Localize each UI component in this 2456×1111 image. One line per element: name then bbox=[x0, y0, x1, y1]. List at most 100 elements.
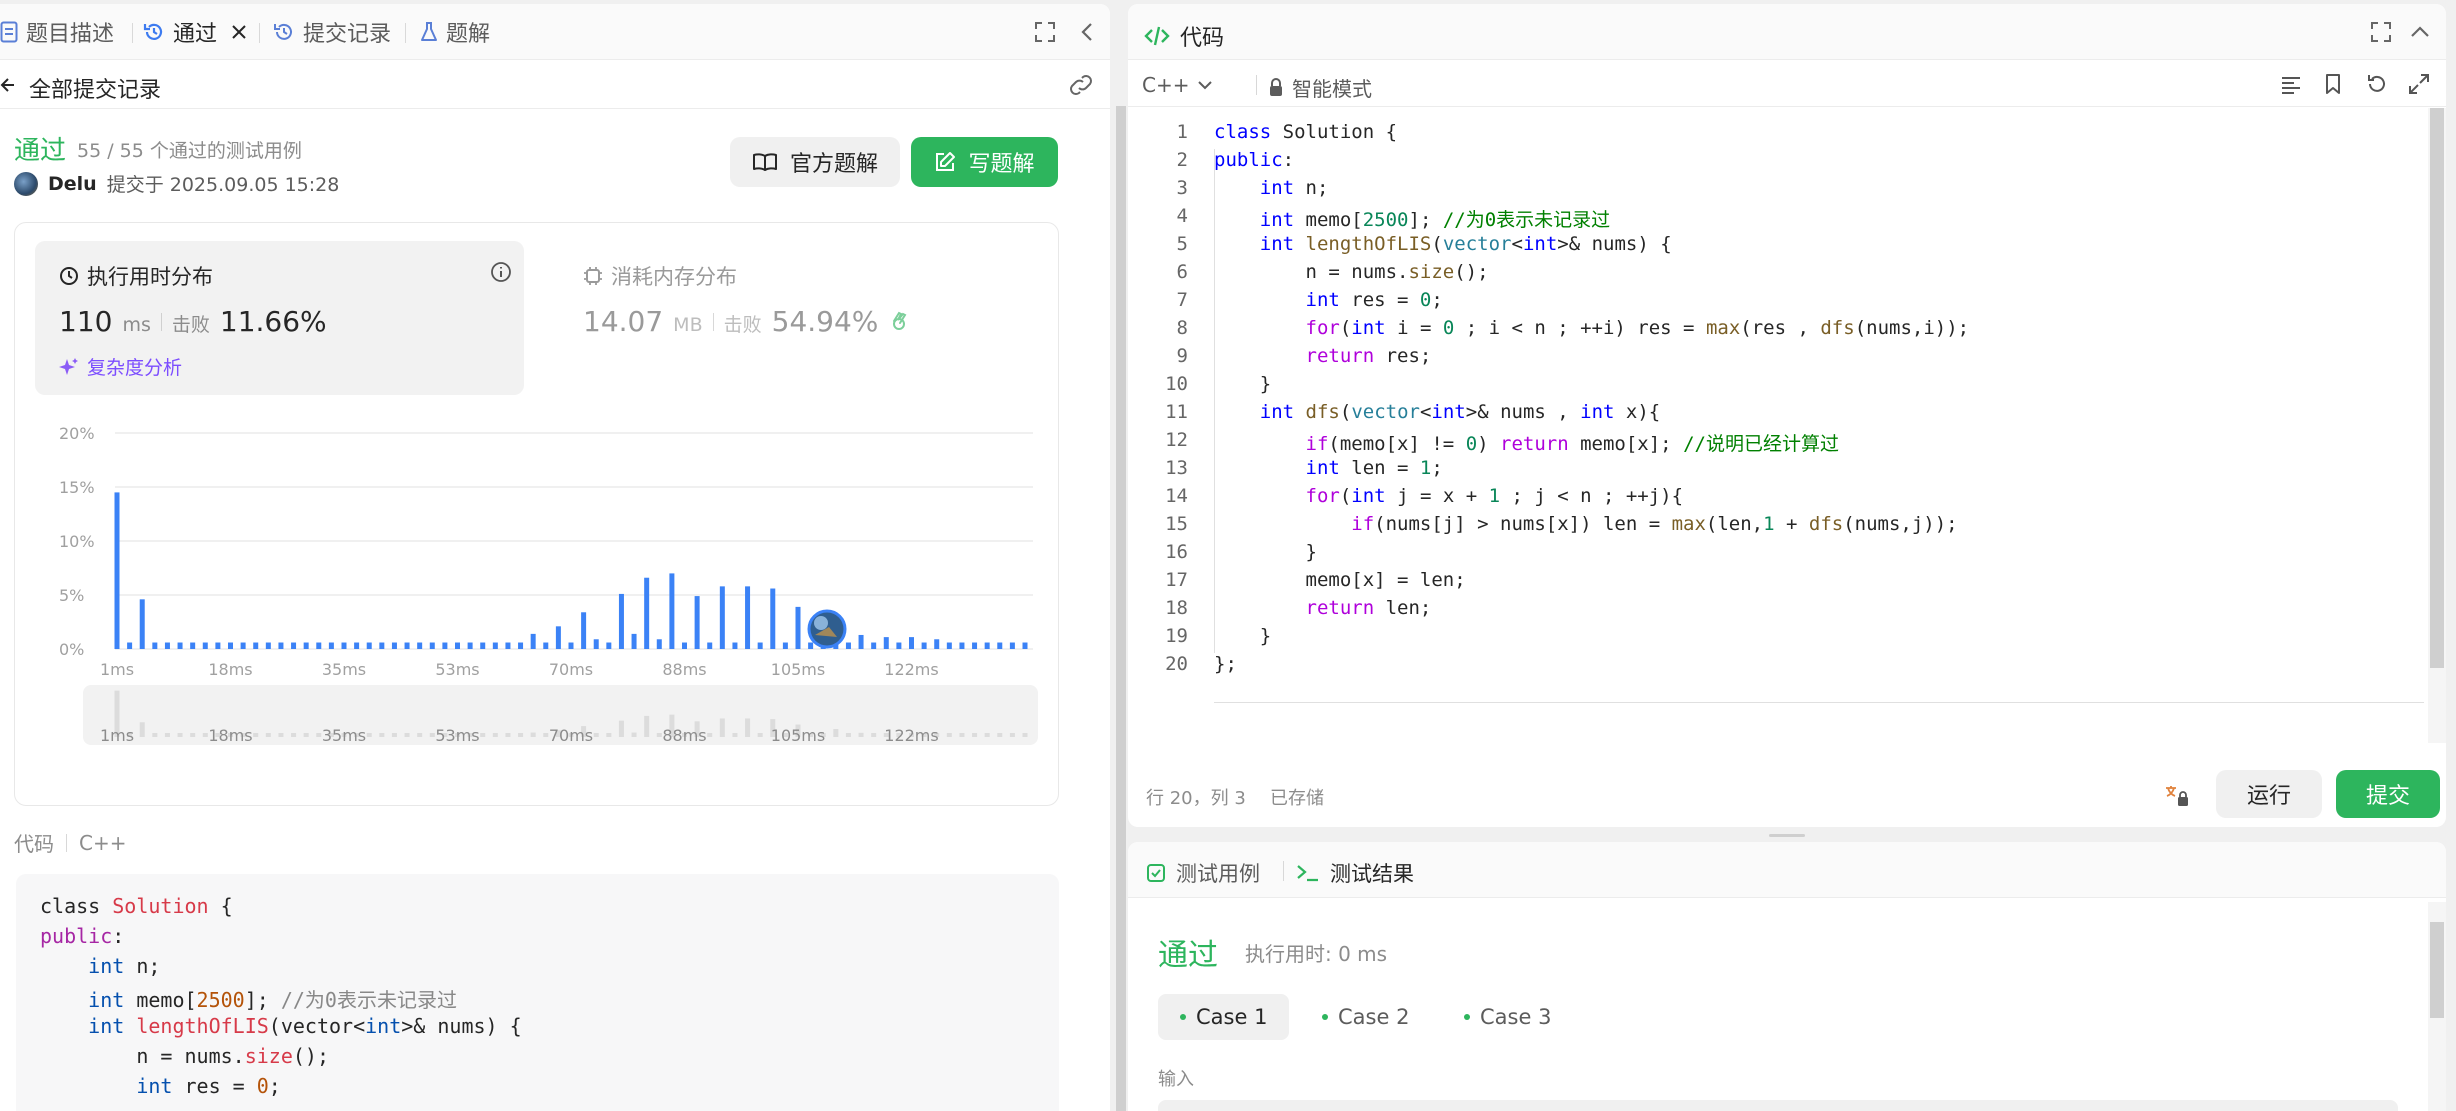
chart-bar[interactable] bbox=[543, 642, 549, 649]
format-icon[interactable] bbox=[2280, 75, 2302, 95]
case-tab-2[interactable]: Case 2 bbox=[1300, 994, 1431, 1040]
chart-bar[interactable] bbox=[883, 637, 889, 649]
chart-bar[interactable] bbox=[240, 642, 246, 649]
tab-description[interactable]: 题目描述 bbox=[0, 4, 114, 60]
editor-line[interactable]: 7 int res = 0; bbox=[1128, 289, 2428, 317]
language-select[interactable]: C++ bbox=[1142, 73, 1213, 97]
chart-bar[interactable] bbox=[669, 573, 675, 649]
code-editor[interactable]: 1 class Solution {2 public: 3 int n; 4 int m… bbox=[1128, 121, 2428, 701]
chart-bar[interactable] bbox=[455, 642, 460, 649]
chart-bar[interactable] bbox=[505, 642, 511, 649]
all-submissions-link[interactable]: 全部提交记录 bbox=[29, 72, 161, 104]
editor-line[interactable]: 16 } bbox=[1128, 541, 2428, 569]
chart-bar[interactable] bbox=[366, 642, 372, 649]
editor-line[interactable]: 6 n = nums.size(); bbox=[1128, 261, 2428, 289]
tab-accepted[interactable]: 通过 bbox=[143, 4, 247, 60]
chart-bar[interactable] bbox=[858, 634, 864, 649]
chart-bar[interactable] bbox=[1022, 642, 1028, 649]
chart-bar[interactable] bbox=[644, 577, 650, 649]
chevron-up-icon[interactable] bbox=[2410, 24, 2430, 38]
editor-line[interactable]: 11 int dfs(vector<int>& nums , int x){ bbox=[1128, 401, 2428, 429]
chart-bar[interactable] bbox=[190, 642, 196, 649]
chart-bar[interactable] bbox=[328, 642, 334, 649]
chart-bar[interactable] bbox=[139, 599, 145, 649]
chart-bar[interactable] bbox=[795, 606, 801, 649]
case-tab-1[interactable]: Case 1 bbox=[1158, 994, 1290, 1040]
chart-bar[interactable] bbox=[1009, 642, 1015, 649]
chart-bar[interactable] bbox=[480, 642, 486, 649]
case-tab-3[interactable]: Case 3 bbox=[1442, 994, 1573, 1040]
tab-testcases[interactable]: 测试用例 bbox=[1146, 858, 1260, 888]
chart-bar[interactable] bbox=[291, 642, 297, 649]
editor-line[interactable]: 3 int n; bbox=[1128, 177, 2428, 205]
chart-bar[interactable] bbox=[719, 586, 725, 649]
complexity-analysis-link[interactable]: 复杂度分析 bbox=[59, 353, 182, 380]
editor-scrollbar-thumb[interactable] bbox=[2430, 108, 2444, 668]
write-solution-button[interactable]: 写题解 bbox=[911, 137, 1058, 187]
chart-bar[interactable] bbox=[215, 642, 221, 649]
chart-bar[interactable] bbox=[164, 642, 170, 649]
editor-line[interactable]: 17 memo[x] = len; bbox=[1128, 569, 2428, 597]
editor-line[interactable]: 1 class Solution { bbox=[1128, 121, 2428, 149]
submit-button[interactable]: 提交 bbox=[2336, 770, 2440, 818]
chart-bar[interactable] bbox=[518, 642, 524, 649]
chart-bar[interactable] bbox=[984, 642, 990, 649]
chart-bar[interactable] bbox=[467, 642, 473, 649]
editor-line[interactable]: 8 for(int i = 0 ; i < n ; ++i) res = max… bbox=[1128, 317, 2428, 345]
smart-mode-toggle[interactable]: 智能模式 bbox=[1268, 73, 1372, 102]
editor-line[interactable]: 13 int len = 1; bbox=[1128, 457, 2428, 485]
chart-bar[interactable] bbox=[732, 642, 738, 649]
chart-bar[interactable] bbox=[555, 626, 561, 649]
fullscreen-icon[interactable] bbox=[2370, 21, 2392, 43]
editor-line[interactable]: 19 } bbox=[1128, 625, 2428, 653]
chart-bar[interactable] bbox=[618, 593, 624, 649]
back-arrow-icon[interactable] bbox=[0, 75, 16, 95]
input-box[interactable] bbox=[1158, 1100, 2398, 1111]
chart-bar[interactable] bbox=[934, 639, 940, 649]
editor-line[interactable]: 18 return len; bbox=[1128, 597, 2428, 625]
editor-line[interactable]: 15 if(nums[j] > nums[x]) len = max(len,1… bbox=[1128, 513, 2428, 541]
chart-bar[interactable] bbox=[606, 642, 612, 649]
editor-line[interactable]: 12 if(memo[x] != 0) return memo[x]; //说明… bbox=[1128, 429, 2428, 457]
collapse-left-icon[interactable] bbox=[1080, 22, 1094, 42]
chart-bar[interactable] bbox=[404, 642, 410, 649]
chart-bar[interactable] bbox=[341, 642, 347, 649]
tab-solutions[interactable]: 题解 bbox=[420, 4, 490, 60]
chart-bar[interactable] bbox=[253, 642, 259, 649]
chart-bar[interactable] bbox=[896, 642, 902, 649]
chart-bar[interactable] bbox=[694, 596, 700, 649]
chart-bar[interactable] bbox=[228, 642, 233, 649]
link-icon[interactable] bbox=[1068, 74, 1094, 96]
run-button[interactable]: 运行 bbox=[2216, 770, 2322, 818]
memory-card[interactable]: 消耗内存分布 14.07 MB 击败 54.94% bbox=[563, 241, 1043, 395]
editor-line[interactable]: 20}; bbox=[1128, 653, 2428, 681]
chart-bar[interactable] bbox=[391, 642, 397, 649]
chart-bar[interactable] bbox=[581, 612, 587, 649]
editor-line[interactable]: 2 public: bbox=[1128, 149, 2428, 177]
chart-bar[interactable] bbox=[114, 492, 120, 649]
fullscreen-icon[interactable] bbox=[1034, 21, 1056, 43]
chart-bar[interactable] bbox=[656, 639, 662, 649]
editor-line[interactable]: 9 return res; bbox=[1128, 345, 2428, 373]
chart-bar[interactable] bbox=[177, 642, 183, 649]
chart-bar[interactable] bbox=[354, 642, 360, 649]
chart-bar[interactable] bbox=[997, 642, 1003, 649]
editor-line[interactable]: 14 for(int j = x + 1 ; j < n ; ++j){ bbox=[1128, 485, 2428, 513]
chart-bar[interactable] bbox=[316, 642, 322, 649]
translate-lock-icon[interactable] bbox=[2164, 784, 2190, 808]
chart-bar[interactable] bbox=[845, 642, 851, 649]
chart-bar[interactable] bbox=[593, 639, 599, 649]
chart-bar[interactable] bbox=[770, 588, 776, 649]
chart-bar[interactable] bbox=[959, 642, 965, 649]
chart-bar[interactable] bbox=[278, 642, 284, 649]
runtime-card[interactable]: 执行用时分布 110 ms 击败 11.66% 复杂度分析 bbox=[35, 241, 524, 395]
username[interactable]: Delu bbox=[48, 173, 97, 195]
chart-bar[interactable] bbox=[417, 642, 423, 649]
chart-bar[interactable] bbox=[152, 642, 158, 649]
left-scrollbar-thumb[interactable] bbox=[1116, 106, 1126, 1111]
info-icon[interactable] bbox=[490, 261, 512, 283]
editor-scrollbar[interactable] bbox=[2428, 108, 2446, 743]
editor-line[interactable]: 4 int memo[2500]; //为0表示未记录过 bbox=[1128, 205, 2428, 233]
tab-test-result[interactable]: 测试结果 bbox=[1296, 858, 1414, 888]
chart-bar[interactable] bbox=[442, 642, 448, 649]
